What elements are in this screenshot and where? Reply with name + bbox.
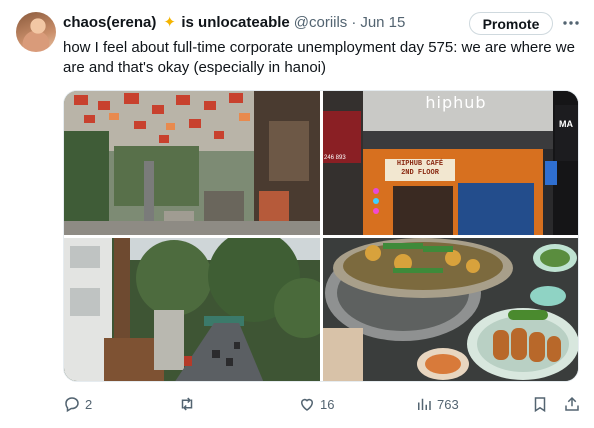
sign-cafe-line2: 2ND FLOOR [401,169,439,177]
retweet-button[interactable] [178,392,200,416]
views-button[interactable]: 763 [415,392,459,416]
tweet-header: chaos(erena) ✦ is unlocateable @coriils … [63,12,405,32]
tweet-date[interactable]: Jun 15 [360,14,405,31]
share-button[interactable] [563,392,581,416]
separator-dot: · [351,13,357,31]
display-name[interactable]: chaos(erena) [63,14,156,31]
photo-balcony-street[interactable] [64,238,320,381]
phone-fragment: 246 893 [324,155,346,161]
reply-button[interactable]: 2 [63,392,92,416]
share-icon [565,396,579,411]
avatar[interactable] [16,12,56,52]
like-count: 16 [320,396,335,412]
like-button[interactable]: 16 [298,392,334,416]
bookmark-icon [534,397,546,413]
reply-count: 2 [85,396,93,412]
views-chart-icon [418,398,431,410]
bookmark-button[interactable] [531,392,549,416]
status-text[interactable]: is unlocateable [181,14,289,31]
reply-icon [65,397,79,413]
sparkle-star-icon: ✦ [163,13,176,31]
retweet-icon [181,397,193,411]
sign-hiphub: hiphub [425,93,487,112]
photo-hiphub-cafe[interactable]: hiphub HIPHUB CAFÉ 2ND FLOOR MA 246 893 [323,91,578,235]
views-count: 763 [437,396,459,412]
side-sign: MA [559,119,573,129]
action-bar: 2 16 763 [63,392,581,416]
promote-button[interactable]: Promote [469,12,553,35]
tweet[interactable]: chaos(erena) ✦ is unlocateable @coriils … [0,0,594,428]
media-grid[interactable]: hiphub HIPHUB CAFÉ 2ND FLOOR MA 246 893 [63,90,579,382]
tweet-text: how I feel about full-time corporate une… [63,39,575,76]
photo-street-canopy[interactable] [64,91,320,235]
more-horizontal-icon[interactable] [561,14,581,32]
photo-hotpot-food[interactable] [323,238,578,381]
sign-cafe-line1: HIPHUB CAFÉ [396,160,444,168]
user-handle[interactable]: @coriils [294,14,348,31]
heart-icon [300,398,314,411]
